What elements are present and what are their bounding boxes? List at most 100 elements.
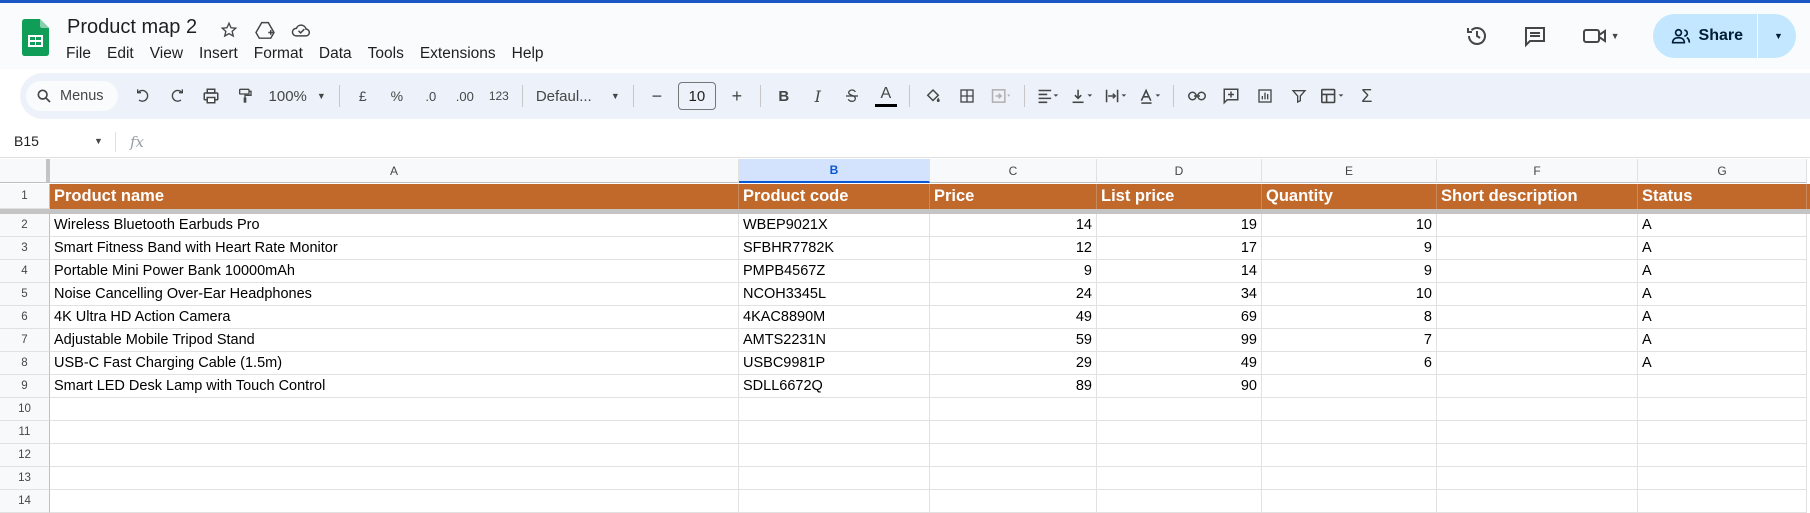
cloud-saved-icon[interactable] bbox=[288, 17, 314, 43]
cell-c5[interactable]: 24 bbox=[930, 283, 1097, 306]
print-icon[interactable] bbox=[195, 80, 227, 112]
cell-c10[interactable] bbox=[930, 398, 1097, 421]
row-header-3[interactable]: 3 bbox=[0, 237, 50, 260]
menu-extensions[interactable]: Extensions bbox=[412, 43, 504, 65]
cell-c8[interactable]: 29 bbox=[930, 352, 1097, 375]
row-header-1[interactable]: 1 bbox=[0, 184, 50, 209]
increase-font-size-button[interactable]: + bbox=[721, 80, 753, 112]
column-header-g[interactable]: G bbox=[1638, 159, 1807, 183]
undo-icon[interactable] bbox=[127, 80, 159, 112]
column-header-d[interactable]: D bbox=[1097, 159, 1262, 183]
cell-b13[interactable] bbox=[739, 467, 930, 490]
cell-b10[interactable] bbox=[739, 398, 930, 421]
cell-g11[interactable] bbox=[1638, 421, 1807, 444]
font-family-select[interactable]: Defaul... ▼ bbox=[530, 80, 626, 112]
version-history-icon[interactable] bbox=[1457, 16, 1497, 56]
row-header-9[interactable]: 9 bbox=[0, 375, 50, 398]
sheets-logo-icon[interactable] bbox=[22, 19, 49, 56]
cell-c13[interactable] bbox=[930, 467, 1097, 490]
functions-icon[interactable]: Σ bbox=[1351, 80, 1383, 112]
row-header-2[interactable]: 2 bbox=[0, 214, 50, 237]
document-title[interactable]: Product map 2 bbox=[67, 16, 197, 39]
cell-a8[interactable]: USB-C Fast Charging Cable (1.5m) bbox=[50, 352, 739, 375]
cell-g10[interactable] bbox=[1638, 398, 1807, 421]
row-header-12[interactable]: 12 bbox=[0, 444, 50, 467]
cell-c7[interactable]: 59 bbox=[930, 329, 1097, 352]
text-color-button[interactable]: A bbox=[870, 80, 902, 112]
cell-g13[interactable] bbox=[1638, 467, 1807, 490]
cell-c11[interactable] bbox=[930, 421, 1097, 444]
cell-d12[interactable] bbox=[1097, 444, 1262, 467]
cell-b4[interactable]: PMPB4567Z bbox=[739, 260, 930, 283]
cell-b7[interactable]: AMTS2231N bbox=[739, 329, 930, 352]
insert-link-icon[interactable] bbox=[1181, 80, 1213, 112]
cell-f10[interactable] bbox=[1437, 398, 1638, 421]
font-size-input[interactable]: 10 bbox=[677, 82, 716, 110]
menu-insert[interactable]: Insert bbox=[191, 43, 246, 65]
row-header-6[interactable]: 6 bbox=[0, 306, 50, 329]
cell-e7[interactable]: 7 bbox=[1262, 329, 1437, 352]
cell-g2[interactable]: A bbox=[1638, 214, 1807, 237]
header-cell[interactable]: Price bbox=[930, 184, 1097, 209]
cell-d5[interactable]: 34 bbox=[1097, 283, 1262, 306]
cell-d2[interactable]: 19 bbox=[1097, 214, 1262, 237]
cell-c12[interactable] bbox=[930, 444, 1097, 467]
cell-e5[interactable]: 10 bbox=[1262, 283, 1437, 306]
row-header-5[interactable]: 5 bbox=[0, 283, 50, 306]
cell-f5[interactable] bbox=[1437, 283, 1638, 306]
italic-button[interactable]: I bbox=[802, 80, 834, 112]
cell-d3[interactable]: 17 bbox=[1097, 237, 1262, 260]
column-header-c[interactable]: C bbox=[930, 159, 1097, 183]
bold-button[interactable]: B bbox=[768, 80, 800, 112]
insert-chart-icon[interactable] bbox=[1249, 80, 1281, 112]
cell-f9[interactable] bbox=[1437, 375, 1638, 398]
row-header-11[interactable]: 11 bbox=[0, 421, 50, 444]
vertical-align-icon[interactable] bbox=[1066, 80, 1098, 112]
move-to-drive-icon[interactable] bbox=[252, 17, 278, 43]
cell-e2[interactable]: 10 bbox=[1262, 214, 1437, 237]
row-header-8[interactable]: 8 bbox=[0, 352, 50, 375]
cell-e6[interactable]: 8 bbox=[1262, 306, 1437, 329]
cell-a6[interactable]: 4K Ultra HD Action Camera bbox=[50, 306, 739, 329]
row-header-7[interactable]: 7 bbox=[0, 329, 50, 352]
cell-d9[interactable]: 90 bbox=[1097, 375, 1262, 398]
cell-e4[interactable]: 9 bbox=[1262, 260, 1437, 283]
cell-g3[interactable]: A bbox=[1638, 237, 1807, 260]
currency-format-button[interactable]: £ bbox=[347, 80, 379, 112]
cell-f4[interactable] bbox=[1437, 260, 1638, 283]
cell-d8[interactable]: 49 bbox=[1097, 352, 1262, 375]
text-wrapping-icon[interactable] bbox=[1100, 80, 1132, 112]
share-dropdown-button[interactable]: ▼ bbox=[1758, 14, 1796, 58]
cell-e3[interactable]: 9 bbox=[1262, 237, 1437, 260]
row-header-4[interactable]: 4 bbox=[0, 260, 50, 283]
redo-icon[interactable] bbox=[161, 80, 193, 112]
cell-b3[interactable]: SFBHR7782K bbox=[739, 237, 930, 260]
cell-e13[interactable] bbox=[1262, 467, 1437, 490]
column-header-b[interactable]: B bbox=[739, 159, 930, 183]
more-formats-button[interactable]: 123 bbox=[483, 80, 515, 112]
cell-a4[interactable]: Portable Mini Power Bank 10000mAh bbox=[50, 260, 739, 283]
cell-g7[interactable]: A bbox=[1638, 329, 1807, 352]
menu-help[interactable]: Help bbox=[504, 43, 552, 65]
cell-b2[interactable]: WBEP9021X bbox=[739, 214, 930, 237]
cell-b12[interactable] bbox=[739, 444, 930, 467]
zoom-select[interactable]: 100% ▼ bbox=[263, 80, 332, 112]
cell-e8[interactable]: 6 bbox=[1262, 352, 1437, 375]
merge-cells-icon[interactable] bbox=[985, 80, 1017, 112]
cell-f7[interactable] bbox=[1437, 329, 1638, 352]
cell-f11[interactable] bbox=[1437, 421, 1638, 444]
cell-g8[interactable]: A bbox=[1638, 352, 1807, 375]
borders-icon[interactable] bbox=[951, 80, 983, 112]
cell-e11[interactable] bbox=[1262, 421, 1437, 444]
filter-views-icon[interactable] bbox=[1317, 80, 1349, 112]
cell-e12[interactable] bbox=[1262, 444, 1437, 467]
cell-f3[interactable] bbox=[1437, 237, 1638, 260]
cell-e10[interactable] bbox=[1262, 398, 1437, 421]
cell-b5[interactable]: NCOH3345L bbox=[739, 283, 930, 306]
fill-color-icon[interactable] bbox=[917, 80, 949, 112]
cell-a13[interactable] bbox=[50, 467, 739, 490]
cell-c9[interactable]: 89 bbox=[930, 375, 1097, 398]
comments-icon[interactable] bbox=[1515, 16, 1555, 56]
star-icon[interactable] bbox=[216, 17, 242, 43]
row-header-13[interactable]: 13 bbox=[0, 467, 50, 490]
